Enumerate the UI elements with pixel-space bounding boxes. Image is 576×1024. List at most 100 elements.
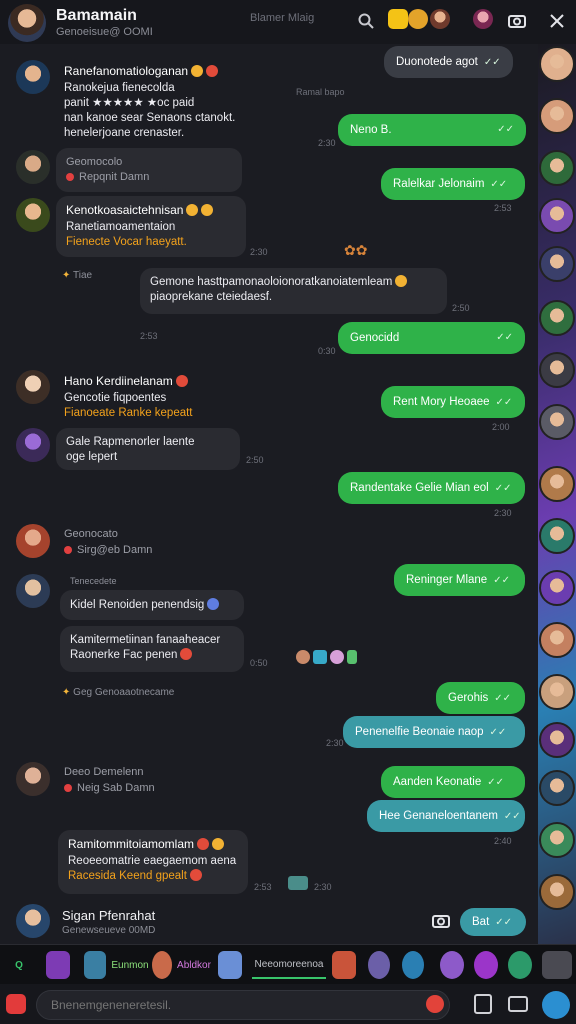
incoming-message[interactable]: Kamitermetiinan fanaaheacer Raonerke Fac… bbox=[60, 626, 244, 672]
outgoing-message[interactable]: Aanden Keonatie ✓✓ bbox=[381, 766, 525, 798]
avatar[interactable] bbox=[16, 60, 50, 94]
attach-icon[interactable] bbox=[6, 994, 26, 1014]
strip-avatar[interactable] bbox=[539, 150, 575, 186]
sticker-icon[interactable] bbox=[218, 951, 242, 979]
emoji-icon[interactable] bbox=[426, 995, 444, 1013]
search-icon[interactable] bbox=[355, 10, 377, 32]
avatar[interactable] bbox=[16, 428, 50, 462]
read-receipt-icon: ✓✓ bbox=[495, 917, 513, 928]
message-text: Fienecte Vocar haeyatt. bbox=[66, 236, 187, 248]
strip-avatar[interactable] bbox=[539, 622, 575, 658]
incoming-message[interactable]: Ramitommitoiamomlam Reoeeomatrie eaegaem… bbox=[58, 830, 248, 894]
strip-avatar[interactable] bbox=[539, 300, 575, 336]
incoming-message[interactable]: Kenotkoasaictehnisan Ranetiamoamentaion … bbox=[56, 196, 246, 257]
chat-header: Bamamain Genoeisue@ OOMI Blamer Mlaig bbox=[0, 0, 576, 44]
incoming-message[interactable]: Gale Rapmenorler laente oge lepert bbox=[56, 428, 240, 470]
avatar[interactable] bbox=[16, 150, 50, 184]
outgoing-message[interactable]: Neno B. ✓✓ bbox=[338, 114, 526, 146]
sender-name: Ranefanomatiologanan bbox=[64, 64, 189, 78]
read-receipt-icon: ✓✓ bbox=[490, 179, 508, 190]
globe-icon[interactable] bbox=[542, 991, 570, 1019]
avatar[interactable] bbox=[16, 198, 50, 232]
reaction-avatars[interactable] bbox=[296, 650, 357, 664]
message-text: Raonerke Fac penen bbox=[70, 649, 178, 661]
outgoing-message[interactable]: Genocidd ✓✓ bbox=[338, 322, 525, 354]
message-list[interactable]: Duonotede agot ✓✓ Ramal bapo Ranefanomati… bbox=[0, 44, 538, 942]
outgoing-message[interactable]: Duonotede agot ✓✓ bbox=[384, 46, 513, 78]
strip-avatar[interactable] bbox=[539, 570, 575, 606]
outgoing-message[interactable]: Penenelfie Beonaie naop ✓✓ bbox=[343, 716, 525, 748]
outgoing-message[interactable]: Ralelkar Jelonaim ✓✓ bbox=[381, 168, 525, 200]
strip-avatar[interactable] bbox=[539, 352, 575, 388]
incoming-message[interactable]: Gemone hasttpamonaoloionoratkanoiatemlea… bbox=[140, 268, 447, 314]
sticker-icon[interactable] bbox=[542, 951, 572, 979]
incoming-message[interactable]: Kidel Renoiden penendsig bbox=[60, 590, 244, 620]
incoming-status-card[interactable]: Deeo Demelenn Neig Sab Damn bbox=[64, 766, 155, 794]
send-chip[interactable]: Bat ✓✓ bbox=[460, 908, 526, 936]
document-icon[interactable] bbox=[474, 994, 492, 1014]
strip-avatar[interactable] bbox=[539, 518, 575, 554]
avatar[interactable] bbox=[16, 524, 50, 558]
tab-label[interactable]: Abldkor bbox=[176, 951, 212, 979]
strip-avatar[interactable] bbox=[539, 46, 575, 82]
camera-icon[interactable] bbox=[506, 10, 528, 32]
incoming-message[interactable]: Geomocolo Repqnit Damn bbox=[56, 148, 242, 192]
timestamp: 2:53 bbox=[254, 882, 272, 892]
app-logo-icon[interactable]: Q bbox=[8, 951, 30, 979]
tab-label[interactable]: Neeomoreenoa bbox=[252, 951, 326, 979]
reaction-icon[interactable]: ✿✿ bbox=[344, 242, 367, 259]
message-input[interactable] bbox=[36, 990, 450, 1020]
outgoing-message[interactable]: Gerohis ✓✓ bbox=[436, 682, 525, 714]
strip-avatar[interactable] bbox=[539, 404, 575, 440]
timestamp: 2:50 bbox=[452, 303, 470, 313]
avatar-strip[interactable] bbox=[538, 44, 576, 986]
incoming-status-card[interactable]: Geonocato Sirg@eb Damn bbox=[64, 528, 152, 556]
avatar-icon[interactable] bbox=[473, 9, 493, 29]
sticker-icon[interactable] bbox=[84, 951, 106, 979]
outgoing-message[interactable]: Hee Genaneloentanem ✓✓ bbox=[367, 800, 525, 832]
strip-avatar[interactable] bbox=[539, 822, 575, 858]
sticker-icon[interactable] bbox=[368, 951, 390, 979]
timestamp: 2:40 bbox=[494, 836, 512, 846]
read-receipt-icon: ✓✓ bbox=[494, 483, 512, 494]
avatar[interactable] bbox=[16, 762, 50, 796]
sticker-icon[interactable] bbox=[332, 951, 356, 979]
camera-icon[interactable] bbox=[432, 914, 450, 933]
chat-bubble-icon[interactable] bbox=[508, 996, 528, 1012]
strip-avatar[interactable] bbox=[539, 770, 575, 806]
strip-avatar[interactable] bbox=[539, 198, 575, 234]
sticker-icon[interactable] bbox=[152, 951, 172, 979]
avatar-icon[interactable] bbox=[430, 9, 450, 29]
image-thumbnail[interactable] bbox=[288, 876, 308, 890]
sticker-icon[interactable] bbox=[402, 951, 424, 979]
chat-avatar[interactable] bbox=[8, 4, 46, 42]
outgoing-message[interactable]: Randentake Gelie Mian eol ✓✓ bbox=[338, 472, 525, 504]
strip-avatar[interactable] bbox=[539, 674, 575, 710]
close-icon[interactable] bbox=[546, 10, 568, 32]
tab-label[interactable]: Eunmon bbox=[111, 951, 148, 979]
sticker-icon[interactable] bbox=[474, 951, 498, 979]
incoming-message[interactable]: Ranefanomatiologanan Ranokejua fienecold… bbox=[56, 58, 246, 147]
strip-avatar[interactable] bbox=[539, 246, 575, 282]
avatar[interactable] bbox=[16, 370, 50, 404]
strip-avatar[interactable] bbox=[539, 722, 575, 758]
sticker-icon[interactable] bbox=[440, 951, 464, 979]
emoji-icon bbox=[197, 838, 210, 850]
outgoing-message[interactable]: Rent Mory Heoaee ✓✓ bbox=[381, 386, 525, 418]
avatar[interactable] bbox=[16, 574, 50, 608]
timestamp: 2:30 bbox=[314, 882, 332, 892]
sender-name: Geonocato bbox=[64, 528, 118, 540]
avatar[interactable] bbox=[16, 904, 50, 938]
strip-avatar[interactable] bbox=[539, 98, 575, 134]
emoji-icon bbox=[191, 65, 204, 77]
incoming-message[interactable]: Hano Kerdiinelanam Gencotie fiqpoentes F… bbox=[56, 368, 240, 427]
bottom-tab-bar: Q Eunmon Abldkor Neeomoreenoa bbox=[0, 944, 576, 984]
sticker-icon[interactable] bbox=[46, 951, 70, 979]
gift-icon[interactable] bbox=[388, 9, 408, 29]
coin-icon[interactable] bbox=[408, 9, 428, 29]
outgoing-message[interactable]: Reninger Mlane ✓✓ bbox=[394, 564, 525, 596]
strip-avatar[interactable] bbox=[539, 466, 575, 502]
emoji-icon bbox=[201, 204, 214, 216]
strip-avatar[interactable] bbox=[539, 874, 575, 910]
sticker-icon[interactable] bbox=[508, 951, 532, 979]
